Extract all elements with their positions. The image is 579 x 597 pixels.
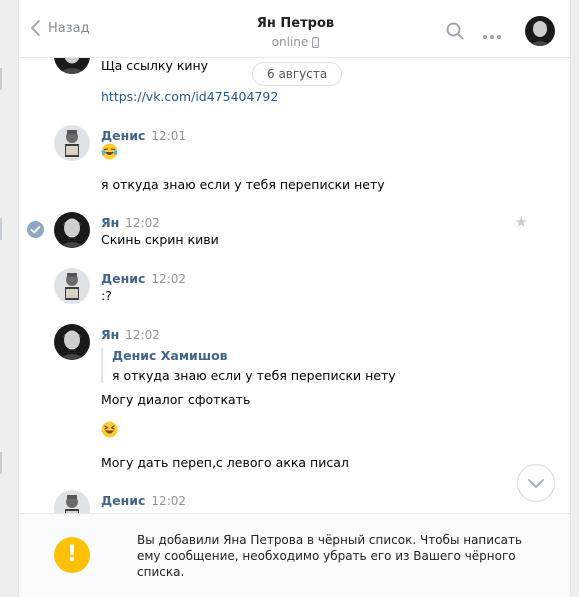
reply-text: я откуда знаю если у тебя переписки нету	[112, 368, 396, 383]
message-text: я откуда знаю если у тебя переписки нету	[101, 177, 385, 192]
more-dots-icon	[483, 35, 501, 39]
message-author[interactable]: Денис 12:02	[101, 271, 186, 286]
message-text: :?	[101, 288, 112, 303]
mobile-phone-icon	[312, 36, 320, 48]
message-time: 12:02	[151, 494, 187, 508]
author-name[interactable]: Денис	[101, 271, 145, 286]
avatar[interactable]	[54, 212, 90, 248]
date-separator: 6 августа	[252, 62, 343, 86]
message-text: Скинь скрин киви	[101, 232, 219, 247]
forwarded-reply[interactable]: Денис Хамишов я откуда знаю если у тебя …	[101, 348, 396, 383]
message-time: 12:01	[151, 129, 187, 143]
author-name[interactable]: Ян	[101, 215, 119, 230]
message-link[interactable]: https://vk.com/id475404792	[101, 89, 278, 104]
message-author[interactable]: Ян 12:02	[101, 215, 160, 230]
avatar[interactable]	[54, 324, 90, 360]
warning-icon: !	[54, 537, 90, 573]
star-icon[interactable]: ★	[515, 213, 528, 231]
message-text: Могу диалог сфоткать	[101, 392, 251, 407]
warning-text: Вы добавили Яна Петрова в чёрный список.…	[137, 533, 523, 579]
avatar[interactable]	[54, 268, 90, 304]
message-author[interactable]: Денис 12:02	[101, 493, 186, 508]
sidebar-marker	[0, 218, 2, 240]
chat-header: Назад Ян Петров online	[19, 0, 570, 58]
message-time: 12:02	[125, 328, 160, 342]
peer-status-text: online	[271, 35, 309, 49]
message-author[interactable]: Денис 12:01	[101, 128, 186, 143]
reply-author[interactable]: Денис Хамишов	[112, 348, 396, 363]
search-button[interactable]	[446, 22, 464, 43]
laughing-tears-icon	[101, 143, 118, 160]
more-button[interactable]	[482, 28, 502, 43]
author-name[interactable]: Денис	[101, 493, 145, 508]
check-circle-icon[interactable]	[27, 221, 44, 238]
avatar[interactable]	[54, 125, 90, 161]
search-icon	[446, 22, 464, 40]
author-name[interactable]: Ян	[101, 327, 119, 342]
message-time: 12:02	[125, 216, 160, 230]
peer-status: online	[272, 35, 320, 49]
message-time: 12:02	[151, 272, 187, 286]
grinning-squint-icon	[101, 421, 118, 438]
chevron-down-icon	[528, 478, 544, 488]
message-text: Могу дать переп,с левого акка писал	[101, 455, 349, 470]
peer-avatar[interactable]	[525, 16, 555, 46]
sidebar-marker	[0, 68, 2, 90]
left-sidebar-edge	[0, 0, 18, 597]
chat-panel: Назад Ян Петров online 6 августа Ща ссыл…	[18, 0, 571, 597]
scroll-down-button[interactable]	[517, 464, 555, 502]
page-edge	[571, 0, 579, 597]
message-author[interactable]: Ян 12:02	[101, 327, 160, 342]
blacklist-notice: ! Вы добавили Яна Петрова в чёрный списо…	[19, 513, 570, 597]
message-text: Ща ссылку кину	[101, 58, 209, 73]
author-name[interactable]: Денис	[101, 128, 145, 143]
sidebar-marker	[0, 452, 2, 474]
